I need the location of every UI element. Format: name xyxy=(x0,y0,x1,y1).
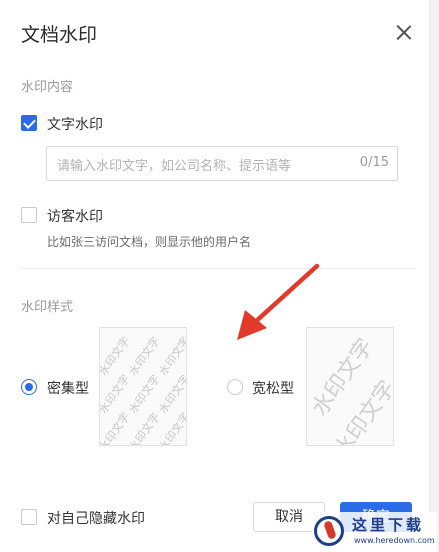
dialog-title: 文档水印 xyxy=(21,24,98,46)
background-window-edge xyxy=(429,0,439,552)
visitor-watermark-label[interactable]: 访客水印 xyxy=(47,206,103,226)
char-counter: 0/15 xyxy=(359,155,389,170)
text-watermark-checkbox[interactable] xyxy=(21,115,37,131)
close-icon[interactable] xyxy=(393,22,415,44)
section-divider xyxy=(21,268,415,269)
site-logo-name: 这里下载 xyxy=(352,516,425,534)
dense-preview-text: 水印文字 xyxy=(156,410,187,446)
dense-style-radio[interactable] xyxy=(21,379,37,395)
site-logo-url: www.heredown.com xyxy=(354,536,435,545)
hide-for-self-checkbox[interactable] xyxy=(21,509,37,525)
hide-for-self-label[interactable]: 对自己隐藏水印 xyxy=(47,508,145,528)
watermark-text-placeholder: 请输入水印文字，如公司名称、提示语等 xyxy=(57,159,292,174)
dense-style-preview[interactable]: 水印文字 水印文字 水印文字 水印文字 水印文字 水印文字 水印文字 水印文字 … xyxy=(99,327,187,446)
text-watermark-label[interactable]: 文字水印 xyxy=(47,114,103,134)
visitor-watermark-hint: 比如张三访问文档，则显示他的用户名 xyxy=(47,235,252,249)
loose-style-label[interactable]: 宽松型 xyxy=(252,378,294,398)
loose-style-radio[interactable] xyxy=(227,379,243,395)
dense-style-label[interactable]: 密集型 xyxy=(47,378,89,398)
style-section-label: 水印样式 xyxy=(21,300,74,315)
site-logo-icon xyxy=(314,516,344,546)
watermark-text-input[interactable]: 请输入水印文字，如公司名称、提示语等 0/15 xyxy=(46,146,398,181)
content-section-label: 水印内容 xyxy=(21,80,74,95)
annotation-arrow-icon xyxy=(237,263,320,340)
visitor-watermark-checkbox[interactable] xyxy=(21,207,37,223)
site-watermark-logo: 这里下载 www.heredown.com xyxy=(312,512,437,552)
